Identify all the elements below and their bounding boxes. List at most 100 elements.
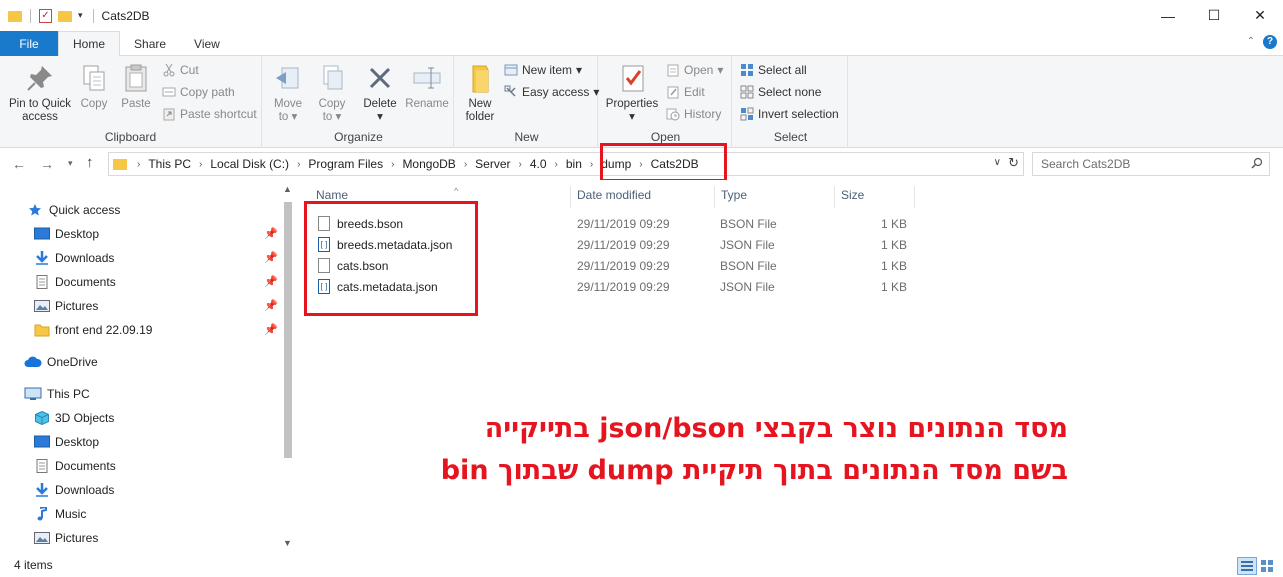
column-header-type[interactable]: Type: [721, 188, 747, 208]
address-dropdown-icon[interactable]: ∨: [994, 157, 1001, 168]
search-input[interactable]: [1033, 153, 1233, 175]
breadcrumb-mongodb[interactable]: MongoDB: [400, 157, 457, 171]
nav-this-pc[interactable]: This PC: [0, 382, 280, 406]
minimize-button[interactable]: —: [1145, 0, 1191, 31]
new-folder-icon[interactable]: [58, 11, 72, 22]
back-arrow-icon[interactable]: ←: [12, 156, 26, 172]
invert-selection-button[interactable]: Invert selection: [740, 104, 839, 124]
pin-to-quick-access-button[interactable]: Pin to Quick access: [6, 62, 74, 124]
details-view-icon[interactable]: [1237, 557, 1257, 575]
column-header-date[interactable]: Date modified: [577, 188, 651, 208]
pin-icon[interactable]: 📌: [264, 275, 278, 288]
open-button[interactable]: Open ▾: [666, 60, 723, 80]
cut-button[interactable]: Cut: [162, 60, 199, 80]
recent-locations-chevron-icon[interactable]: ▾: [68, 158, 73, 169]
address-bar[interactable]: › This PC › Local Disk (C:) › Program Fi…: [108, 152, 1024, 176]
close-button[interactable]: ✕: [1237, 0, 1283, 31]
pin-icon[interactable]: 📌: [264, 251, 278, 264]
chevron-right-icon[interactable]: ›: [549, 159, 564, 170]
nav-pc-documents[interactable]: Documents: [0, 454, 280, 478]
nav-qa-desktop[interactable]: Desktop 📌: [0, 222, 280, 246]
nav-pc-downloads[interactable]: Downloads: [0, 478, 280, 502]
rename-icon: [411, 62, 443, 94]
new-item-button[interactable]: New item ▾: [504, 60, 582, 80]
large-icons-view-icon[interactable]: [1259, 557, 1277, 575]
copy-path-button[interactable]: Copy path: [162, 82, 235, 102]
pin-icon[interactable]: 📌: [264, 299, 278, 312]
breadcrumb-program-files[interactable]: Program Files: [306, 157, 385, 171]
new-folder-button[interactable]: New folder: [460, 62, 500, 124]
tab-share[interactable]: Share: [120, 31, 180, 56]
breadcrumb-bin[interactable]: bin: [564, 157, 584, 171]
select-group: Select all Select none Invert selection …: [734, 56, 848, 148]
history-button[interactable]: History: [666, 104, 721, 124]
scroll-up-arrow-icon[interactable]: ▲: [283, 184, 292, 194]
properties-button[interactable]: Properties ▾: [604, 62, 660, 124]
breadcrumb-this-pc[interactable]: This PC: [146, 157, 193, 171]
copy-button[interactable]: Copy: [76, 62, 112, 111]
chevron-right-icon[interactable]: ›: [584, 159, 599, 170]
forward-arrow-icon[interactable]: →: [40, 156, 54, 172]
scissors-icon: [162, 63, 176, 77]
scrollbar-thumb[interactable]: [284, 202, 292, 458]
nav-qa-pictures-label: Pictures: [55, 299, 99, 313]
paste-button[interactable]: Paste: [118, 62, 154, 111]
properties-check-icon[interactable]: ✓: [39, 8, 52, 23]
navigation-scrollbar[interactable]: ▲ ▼: [280, 180, 296, 554]
rename-button[interactable]: Rename: [404, 62, 450, 111]
nav-pc-music[interactable]: Music: [0, 502, 280, 526]
nav-qa-front-end[interactable]: front end 22.09.19 📌: [0, 318, 280, 342]
tab-file[interactable]: File: [0, 31, 58, 56]
up-arrow-icon[interactable]: ↑: [86, 154, 94, 171]
column-divider[interactable]: [570, 186, 571, 208]
tab-view[interactable]: View: [180, 31, 234, 56]
nav-quick-access-label: Quick access: [49, 203, 121, 217]
column-divider[interactable]: [914, 186, 915, 208]
title-bar: ✓ ▾ Cats2DB — ☐ ✕: [0, 0, 1283, 31]
tab-home[interactable]: Home: [58, 31, 121, 57]
star-icon: [28, 203, 44, 217]
nav-qa-downloads[interactable]: Downloads 📌: [0, 246, 280, 270]
select-none-button[interactable]: Select none: [740, 82, 821, 102]
pin-icon[interactable]: 📌: [264, 323, 278, 336]
column-header-size[interactable]: Size: [841, 188, 864, 208]
ribbon-collapse-icon[interactable]: ⌃: [1247, 36, 1255, 47]
chevron-right-icon[interactable]: ›: [291, 159, 306, 170]
search-box[interactable]: [1032, 152, 1270, 176]
delete-button[interactable]: Delete ▾: [360, 62, 400, 124]
refresh-icon[interactable]: ↻: [1008, 155, 1019, 171]
column-divider[interactable]: [834, 186, 835, 208]
select-all-button[interactable]: Select all: [740, 60, 807, 80]
nav-qa-documents[interactable]: Documents 📌: [0, 270, 280, 294]
chevron-right-icon[interactable]: ›: [458, 159, 473, 170]
nav-pc-3d-objects[interactable]: 3D Objects: [0, 406, 280, 430]
delete-dropdown[interactable]: ▾: [360, 111, 400, 124]
chevron-right-icon[interactable]: ›: [385, 159, 400, 170]
help-icon[interactable]: ?: [1263, 35, 1277, 49]
easy-access-button[interactable]: Easy access ▾: [504, 82, 599, 102]
breadcrumb-local-disk[interactable]: Local Disk (C:): [208, 157, 291, 171]
chevron-right-icon[interactable]: ›: [513, 159, 528, 170]
nav-onedrive[interactable]: OneDrive: [0, 350, 280, 374]
chevron-right-icon[interactable]: ›: [131, 159, 146, 170]
column-divider[interactable]: [714, 186, 715, 208]
maximize-button[interactable]: ☐: [1191, 0, 1237, 31]
scroll-down-arrow-icon[interactable]: ▼: [283, 538, 292, 548]
search-icon[interactable]: [1251, 157, 1263, 169]
copy-to-button[interactable]: Copy to ▾: [312, 62, 352, 124]
breadcrumb-server[interactable]: Server: [473, 157, 512, 171]
nav-qa-pictures[interactable]: Pictures 📌: [0, 294, 280, 318]
edit-button[interactable]: Edit: [666, 82, 705, 102]
nav-pc-desktop[interactable]: Desktop: [0, 430, 280, 454]
breadcrumb-version[interactable]: 4.0: [528, 157, 549, 171]
documents-icon: [34, 459, 50, 473]
chevron-right-icon[interactable]: ›: [193, 159, 208, 170]
nav-quick-access[interactable]: Quick access: [0, 198, 280, 222]
paste-shortcut-button[interactable]: Paste shortcut: [162, 104, 257, 124]
folder-icon[interactable]: [8, 11, 22, 22]
properties-dropdown[interactable]: ▾: [604, 111, 660, 124]
nav-pc-pictures[interactable]: Pictures: [0, 526, 280, 550]
move-to-button[interactable]: Move to ▾: [268, 62, 308, 124]
customize-toolbar-dropdown[interactable]: ▾: [78, 10, 83, 21]
pin-icon[interactable]: 📌: [264, 227, 278, 240]
